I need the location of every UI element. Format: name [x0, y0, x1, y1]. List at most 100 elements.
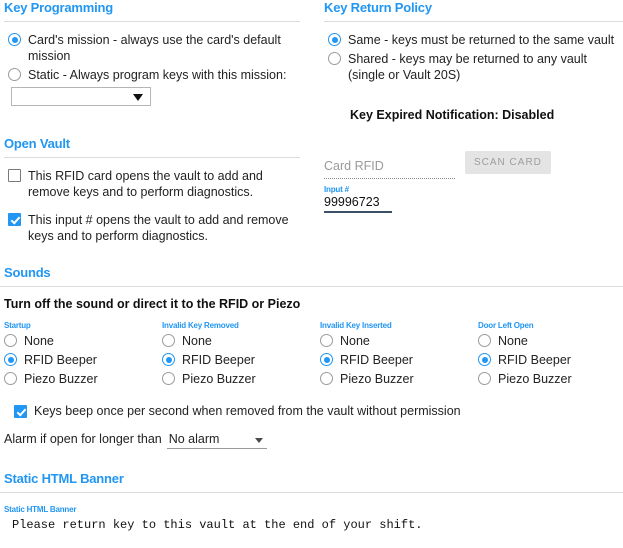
radio-option-invalid-key-removed-piezo-buzzer[interactable]: Piezo Buzzer: [162, 371, 320, 387]
sound-group-door-left-open: Door Left Open None RFID Beeper Piezo Bu…: [478, 321, 572, 390]
radio-icon-shared-vault[interactable]: [328, 52, 341, 65]
checkbox-label-keys-beep: Keys beep once per second when removed f…: [34, 404, 461, 418]
radio-option-invalid-key-removed-none[interactable]: None: [162, 333, 320, 349]
radio-option-cards-mission[interactable]: Card's mission - always use the card's d…: [8, 32, 300, 64]
radio-option-static-mission[interactable]: Static - Always program keys with this m…: [8, 67, 300, 83]
card-rfid-field[interactable]: Card RFID: [324, 159, 455, 179]
checkbox-label-rfid-card-opens-vault: This RFID card opens the vault to add an…: [28, 169, 263, 199]
section-divider: [4, 157, 300, 158]
radio-label-startup-piezo-buzzer: Piezo Buzzer: [24, 372, 98, 386]
open-vault-section: Open Vault This RFID card opens the vaul…: [0, 136, 300, 247]
radio-option-startup-rfid-beeper[interactable]: RFID Beeper: [4, 352, 162, 368]
radio-label-door-left-open-none: None: [498, 334, 528, 348]
alarm-duration-select[interactable]: No alarm: [166, 432, 267, 449]
section-divider: [0, 492, 623, 493]
section-divider: [324, 21, 623, 22]
sound-group-invalid-key-inserted-label: Invalid Key Inserted: [320, 321, 392, 330]
static-html-banner-title: Static HTML Banner: [4, 471, 124, 486]
checkbox-option-input-opens-vault[interactable]: This input # opens the vault to add and …: [8, 212, 300, 244]
open-vault-fields: Card RFID Input # 99996723 SCAN CARD: [324, 136, 623, 213]
radio-icon-startup-none[interactable]: [4, 334, 17, 347]
sound-radio-groups: Startup None RFID Beeper Piezo Buzzer In…: [0, 321, 623, 390]
key-return-policy-options: Same - keys must be returned to the same…: [324, 32, 623, 83]
section-divider: [0, 286, 623, 287]
radio-label-same-vault: Same - keys must be returned to the same…: [348, 33, 615, 47]
key-return-policy-section: Key Return Policy Same - keys must be re…: [324, 0, 623, 122]
radio-option-startup-piezo-buzzer[interactable]: Piezo Buzzer: [4, 371, 162, 387]
radio-label-invalid-key-inserted-piezo-buzzer: Piezo Buzzer: [340, 372, 414, 386]
key-programming-section: Key Programming Card's mission - always …: [0, 0, 300, 106]
radio-label-door-left-open-piezo-buzzer: Piezo Buzzer: [498, 372, 572, 386]
card-rfid-fields: Card RFID Input # 99996723: [324, 159, 455, 213]
input-number-label: Input #: [324, 185, 349, 194]
sounds-heading: Sounds: [0, 265, 623, 286]
radio-label-cards-mission: Card's mission - always use the card's d…: [28, 33, 281, 63]
radio-label-door-left-open-rfid-beeper: RFID Beeper: [498, 353, 571, 367]
chevron-down-icon: [133, 94, 143, 101]
key-expired-notification: Key Expired Notification: Disabled: [350, 108, 555, 122]
radio-icon-startup-piezo-buzzer[interactable]: [4, 372, 17, 385]
sound-group-startup: Startup None RFID Beeper Piezo Buzzer: [4, 321, 162, 390]
radio-label-startup-none: None: [24, 334, 54, 348]
static-html-banner-label: Static HTML Banner: [4, 505, 77, 514]
radio-label-shared-vault: Shared - keys may be returned to any vau…: [348, 52, 588, 82]
radio-icon-invalid-key-removed-none[interactable]: [162, 334, 175, 347]
radio-option-door-left-open-none[interactable]: None: [478, 333, 572, 349]
static-html-banner-section: Static HTML Banner Static HTML Banner Pl…: [0, 449, 623, 532]
checkbox-icon-rfid-card-opens-vault[interactable]: [8, 169, 21, 182]
radio-option-invalid-key-inserted-piezo-buzzer[interactable]: Piezo Buzzer: [320, 371, 478, 387]
radio-label-invalid-key-removed-piezo-buzzer: Piezo Buzzer: [182, 372, 256, 386]
radio-icon-invalid-key-removed-rfid-beeper[interactable]: [162, 353, 175, 366]
alarm-duration-value: No alarm: [168, 432, 220, 446]
checkbox-icon-keys-beep[interactable]: [14, 405, 27, 418]
radio-icon-door-left-open-none[interactable]: [478, 334, 491, 347]
radio-icon-door-left-open-piezo-buzzer[interactable]: [478, 372, 491, 385]
radio-option-invalid-key-inserted-rfid-beeper[interactable]: RFID Beeper: [320, 352, 478, 368]
mission-select[interactable]: [11, 87, 151, 106]
card-rfid-underline: [324, 177, 455, 179]
scan-card-button[interactable]: SCAN CARD: [465, 151, 551, 174]
radio-option-invalid-key-inserted-none[interactable]: None: [320, 333, 478, 349]
radio-label-static-mission: Static - Always program keys with this m…: [28, 68, 287, 82]
top-columns: Key Programming Card's mission - always …: [0, 0, 623, 122]
radio-icon-invalid-key-inserted-none[interactable]: [320, 334, 333, 347]
radio-option-same-vault[interactable]: Same - keys must be returned to the same…: [328, 32, 623, 48]
input-number-value: 99996723: [324, 195, 380, 209]
radio-icon-cards-mission[interactable]: [8, 33, 21, 46]
radio-icon-invalid-key-inserted-rfid-beeper[interactable]: [320, 353, 333, 366]
chevron-down-icon: [254, 438, 263, 443]
checkbox-icon-input-opens-vault[interactable]: [8, 213, 21, 226]
input-number-underline: [324, 211, 392, 213]
radio-option-invalid-key-removed-rfid-beeper[interactable]: RFID Beeper: [162, 352, 320, 368]
checkbox-label-input-opens-vault: This input # opens the vault to add and …: [28, 213, 289, 243]
input-number-field[interactable]: Input # 99996723: [324, 181, 455, 213]
key-programming-title: Key Programming: [4, 0, 113, 15]
radio-option-shared-vault[interactable]: Shared - keys may be returned to any vau…: [328, 51, 623, 83]
radio-icon-invalid-key-removed-piezo-buzzer[interactable]: [162, 372, 175, 385]
sound-group-invalid-key-removed: Invalid Key Removed None RFID Beeper Pie…: [162, 321, 320, 390]
radio-icon-static-mission[interactable]: [8, 68, 21, 81]
sound-group-door-left-open-label: Door Left Open: [478, 321, 534, 330]
sound-group-invalid-key-removed-label: Invalid Key Removed: [162, 321, 239, 330]
radio-icon-invalid-key-inserted-piezo-buzzer[interactable]: [320, 372, 333, 385]
sound-group-invalid-key-inserted: Invalid Key Inserted None RFID Beeper Pi…: [320, 321, 478, 390]
radio-option-startup-none[interactable]: None: [4, 333, 162, 349]
checkbox-option-rfid-card-opens-vault[interactable]: This RFID card opens the vault to add an…: [8, 168, 300, 200]
radio-icon-door-left-open-rfid-beeper[interactable]: [478, 353, 491, 366]
sounds-section: Sounds Turn off the sound or direct it t…: [0, 265, 623, 449]
radio-label-invalid-key-removed-rfid-beeper: RFID Beeper: [182, 353, 255, 367]
static-html-banner-input[interactable]: Please return key to this vault at the e…: [0, 518, 623, 532]
sound-group-startup-label: Startup: [4, 321, 31, 330]
card-rfid-row: Card RFID Input # 99996723 SCAN CARD: [324, 151, 623, 213]
section-divider: [4, 21, 300, 22]
radio-icon-startup-rfid-beeper[interactable]: [4, 353, 17, 366]
checkbox-option-keys-beep[interactable]: Keys beep once per second when removed f…: [0, 390, 623, 418]
radio-icon-same-vault[interactable]: [328, 33, 341, 46]
radio-label-invalid-key-inserted-rfid-beeper: RFID Beeper: [340, 353, 413, 367]
key-return-policy-title: Key Return Policy: [324, 0, 432, 15]
radio-option-door-left-open-piezo-buzzer[interactable]: Piezo Buzzer: [478, 371, 572, 387]
alarm-duration-label: Alarm if open for longer than: [4, 432, 162, 446]
open-vault-columns: Open Vault This RFID card opens the vaul…: [0, 136, 623, 247]
radio-label-invalid-key-inserted-none: None: [340, 334, 370, 348]
radio-option-door-left-open-rfid-beeper[interactable]: RFID Beeper: [478, 352, 572, 368]
